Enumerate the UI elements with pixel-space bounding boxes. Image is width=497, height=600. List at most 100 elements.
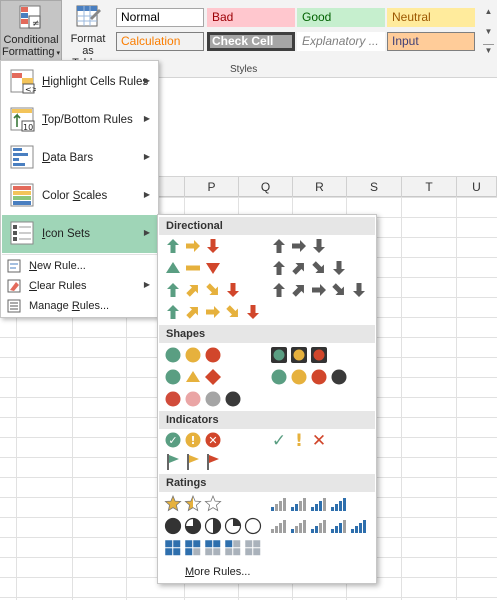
icon-set-icon (204, 539, 221, 556)
icon-set-icon (311, 347, 327, 363)
icon-set-3-flags[interactable] (164, 453, 224, 471)
icon-set-icon (164, 539, 181, 556)
icon-set-icon (206, 263, 220, 274)
icon-set-icon (184, 539, 201, 556)
icon-set-icon (244, 517, 262, 535)
icon-set-icon (186, 307, 198, 319)
chevron-right-icon: ▶ (143, 114, 150, 123)
svg-text:≠: ≠ (32, 19, 40, 29)
icon-set-4-arrows-gray[interactable] (270, 259, 350, 277)
icon-set-3-traffic-lights[interactable] (164, 346, 224, 364)
column-header[interactable]: P (185, 177, 239, 197)
cell-style-normal[interactable]: Normal (116, 8, 204, 27)
icon-set-icon (331, 520, 346, 533)
cell-style-bad[interactable]: Bad (207, 8, 295, 27)
column-header[interactable]: T (402, 177, 457, 197)
column-header[interactable]: Q (239, 177, 293, 197)
column-header[interactable]: U (457, 177, 497, 197)
column-header[interactable]: R (293, 177, 347, 197)
icon-set-icon (291, 347, 307, 363)
chevron-right-icon: ▶ (143, 228, 150, 237)
icon-set-icon (186, 240, 200, 252)
icon-set-icon (353, 283, 365, 297)
gallery-scroll-up-icon[interactable]: ▲ (483, 6, 494, 17)
conditional-formatting-button[interactable]: ≠ Conditional Formatting ▾ (0, 0, 62, 62)
icon-set-icon (227, 283, 239, 297)
icon-set-3-triangles[interactable] (164, 259, 224, 277)
section-header-ratings: Ratings (159, 474, 375, 492)
chevron-down-icon: ▾ (54, 50, 61, 57)
menu-item-color-scales[interactable]: Color Scales ▶ (2, 177, 158, 215)
cell-style-check-cell[interactable]: Check Cell (207, 32, 295, 51)
icon-set-icon (224, 539, 241, 556)
icon-set-icon (291, 498, 306, 511)
icon-set-3-arrows-colored[interactable] (164, 237, 224, 255)
menu-item-top-bottom-rules[interactable]: 10 Top/Bottom Rules ▶ (2, 101, 158, 139)
icon-set-icon: ✕ (312, 431, 326, 449)
color-scales-icon (10, 183, 34, 207)
cell-style-input[interactable]: Input (387, 32, 475, 51)
icon-set-5-arrows-gray[interactable] (270, 281, 370, 299)
icon-set-4-ratings[interactable] (270, 495, 350, 513)
cell-style-neutral[interactable]: Neutral (387, 8, 475, 27)
cell-style-explanatory[interactable]: Explanatory ... (297, 32, 385, 51)
icon-set-5-arrows-colored[interactable] (164, 303, 264, 321)
icon-set-icon (167, 305, 179, 319)
icon-set-5-quarters[interactable] (164, 517, 264, 535)
menu-item-clear-rules[interactable]: Clear Rules ▶ (2, 276, 158, 296)
menu-item-new-rule[interactable]: New Rule... (2, 256, 158, 276)
column-header[interactable]: S (347, 177, 402, 197)
icon-set-4-arrows-colored[interactable] (164, 281, 244, 299)
fat-label-1: Format as (70, 33, 106, 57)
icon-set-icon (311, 520, 326, 533)
icon-set-icon (205, 391, 221, 407)
icon-set-icon (271, 498, 286, 511)
cf-label-2: Formatting (1, 46, 55, 58)
cell-style-good[interactable]: Good (297, 8, 385, 27)
icon-sets-icon (10, 221, 34, 245)
icon-set-5-ratings[interactable] (270, 517, 370, 535)
icon-set-5-boxes[interactable] (164, 539, 264, 557)
svg-text:<>: <> (25, 85, 36, 94)
icon-set-icon (165, 391, 181, 407)
icon-set-icon (185, 347, 201, 363)
cell-style-calculation[interactable]: Calculation (116, 32, 204, 51)
chevron-right-icon: ▶ (143, 152, 150, 161)
icon-set-3-symbols[interactable]: ✓! ✕ (270, 431, 330, 449)
icon-set-icon (291, 520, 306, 533)
icon-set-icon (164, 495, 182, 512)
icon-set-icon (333, 261, 345, 275)
icon-set-icon: ✕ (205, 432, 221, 448)
icon-set-icon (273, 261, 285, 275)
menu-item-data-bars[interactable]: Data Bars ▶ (2, 139, 158, 177)
icon-set-red-to-black[interactable] (164, 390, 244, 408)
icon-set-4-traffic-lights[interactable] (270, 368, 350, 386)
gallery-expand-icon[interactable]: ▼ (483, 44, 494, 55)
icon-set-3-arrows-gray[interactable] (270, 237, 330, 255)
icon-set-icon (292, 263, 304, 275)
icon-set-icon (164, 517, 182, 535)
menu-item-highlight-cells-rules[interactable]: <> Highlight Cells Rules ▶ (2, 63, 158, 101)
new-rule-icon (7, 259, 21, 273)
format-as-table-button[interactable]: Format as Table ▾ (64, 0, 112, 69)
icon-set-3-signs[interactable] (164, 368, 224, 386)
cf-label-1: Conditional (3, 34, 59, 46)
icon-set-3-symbols-circled[interactable]: ✓! ✕ (164, 431, 224, 449)
more-rules-link[interactable]: More Rules... (185, 566, 250, 578)
icon-set-icon (204, 517, 222, 535)
icon-set-icon (271, 520, 286, 533)
icon-set-icon (207, 454, 219, 470)
icon-set-icon (166, 262, 180, 273)
gallery-scroll-down-icon[interactable]: ▼ (483, 26, 494, 37)
icon-set-3-stars[interactable] (164, 495, 224, 513)
icon-set-icon (247, 305, 259, 319)
icon-set-icon (244, 539, 261, 556)
menu-item-manage-rules[interactable]: Manage Rules... (2, 296, 158, 316)
gallery-scroll[interactable]: ▲ ▼ ▼ (482, 4, 495, 60)
icon-set-3-traffic-lights-rimmed[interactable] (270, 346, 330, 364)
conditional-formatting-icon: ≠ (19, 5, 41, 29)
icon-set-icon (205, 347, 221, 363)
menu-item-icon-sets[interactable]: Icon Sets ▶ (2, 215, 158, 253)
icon-set-icon (291, 369, 307, 385)
svg-text:✕: ✕ (312, 431, 326, 449)
